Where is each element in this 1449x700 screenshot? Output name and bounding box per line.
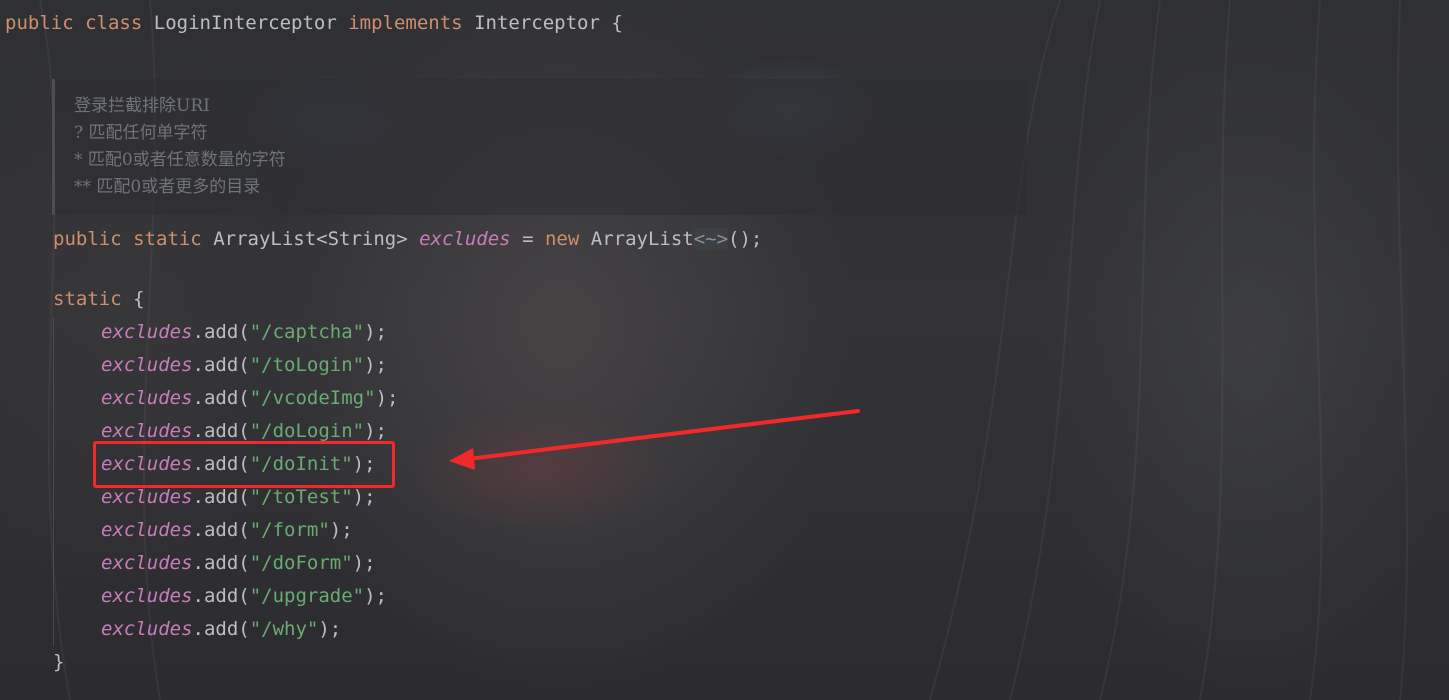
annotation-arrow xyxy=(449,409,860,470)
